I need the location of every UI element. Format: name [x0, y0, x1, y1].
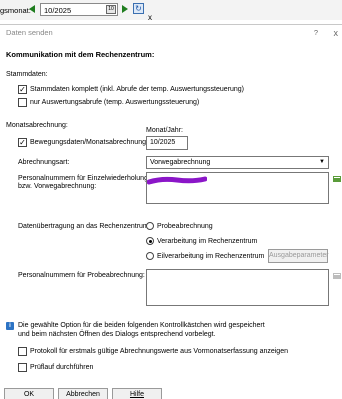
auswertungsabrufe-label: nur Auswertungsabrufe (temp. Auswertungs…	[30, 99, 200, 106]
probeabrechnung-label: Probeabrechnung	[157, 223, 213, 230]
abrechnungsart-value: Vorwegabrechnung	[150, 159, 211, 166]
probe-textarea[interactable]	[146, 269, 329, 306]
abrechnungsart-label: Abrechnungsart:	[18, 159, 70, 166]
info-line-1: Die gewählte Option für die beiden folge…	[18, 322, 265, 329]
dialog-titlebar: Daten senden ? x	[0, 25, 342, 41]
monatsabrechnung-label: Monatsabrechnung:	[6, 122, 68, 129]
monat-jahr-input[interactable]: 10/2025	[146, 136, 188, 150]
stammdaten-label: Stammdaten:	[6, 71, 48, 78]
probeabrechnung-radio[interactable]	[146, 222, 154, 230]
redaction-scribble	[147, 176, 207, 185]
chevron-down-icon[interactable]: ▼	[318, 159, 326, 166]
ok-button[interactable]: OK	[4, 388, 54, 399]
personal-einzel-label-1: Personalnummern für Einzelwiederholung	[18, 175, 148, 182]
monat-jahr-label: Monat/Jahr:	[146, 127, 183, 134]
verarbeitung-radio[interactable]	[146, 237, 154, 245]
help-icon[interactable]: ?	[314, 25, 318, 41]
info-line-2: und beim nächsten Öffnen des Dialogs ent…	[18, 331, 216, 338]
eilverarbeitung-radio[interactable]	[146, 252, 154, 260]
calendar-icon[interactable]: 10	[106, 5, 116, 14]
daten-senden-dialog: Daten senden ? x Kommunikation mit dem R…	[0, 24, 342, 399]
close-icon[interactable]: x	[334, 25, 339, 41]
abrechnungsart-select[interactable]: Vorwegabrechnung ▼	[146, 156, 329, 169]
pruflauf-checkbox[interactable]	[18, 363, 27, 372]
dialog-title: Daten senden	[6, 28, 53, 37]
refresh-icon[interactable]: ↻	[133, 3, 144, 14]
protokoll-checkbox[interactable]	[18, 347, 27, 356]
month-label: gsmonat:	[0, 6, 31, 15]
close-tab-icon[interactable]: x	[148, 13, 152, 22]
info-icon: i	[6, 322, 14, 330]
dialog-heading: Kommunikation mit dem Rechenzentrum:	[6, 50, 155, 59]
bewegungsdaten-label: Bewegungsdaten/Monatsabrechnung	[30, 139, 146, 146]
pruflauf-label: Prüflauf durchführen	[30, 364, 94, 371]
stammdaten-komplett-checkbox[interactable]: ✓	[18, 85, 27, 94]
stammdaten-komplett-label: Stammdaten komplett (inkl. Abrufe der te…	[30, 86, 244, 93]
next-month-arrow-icon[interactable]	[122, 5, 128, 13]
verarbeitung-label: Verarbeitung im Rechenzentrum	[157, 238, 258, 245]
personal-einzel-label-2: bzw. Vorwegabrechnung:	[18, 183, 97, 190]
protokoll-label: Protokoll für erstmals gültige Abrechnun…	[30, 348, 288, 355]
abbrechen-button[interactable]: Abbrechen	[58, 388, 108, 399]
auswertungsabrufe-checkbox[interactable]	[18, 98, 27, 107]
previous-month-arrow-icon[interactable]	[29, 5, 35, 13]
personal-picker-icon[interactable]	[333, 175, 341, 182]
hilfe-label: Hilfe	[129, 391, 144, 398]
hilfe-button[interactable]: Hilfe	[112, 388, 162, 399]
datenuebertragung-label: Datenübertragung an das Rechenzentrum:	[18, 223, 151, 230]
ausgabeparameter-button[interactable]: Ausgabeparameter	[268, 249, 329, 263]
personal-einzel-textarea[interactable]	[146, 172, 329, 204]
probe-picker-icon[interactable]	[333, 272, 341, 279]
probe-label: Personalnummern für Probeabrechnung:	[18, 272, 145, 279]
eilverarbeitung-label: Eilverarbeitung im Rechenzentrum	[157, 253, 265, 260]
month-toolbar: gsmonat: 10/2025 10 ↻ x	[0, 0, 342, 22]
bewegungsdaten-checkbox[interactable]: ✓	[18, 138, 27, 147]
